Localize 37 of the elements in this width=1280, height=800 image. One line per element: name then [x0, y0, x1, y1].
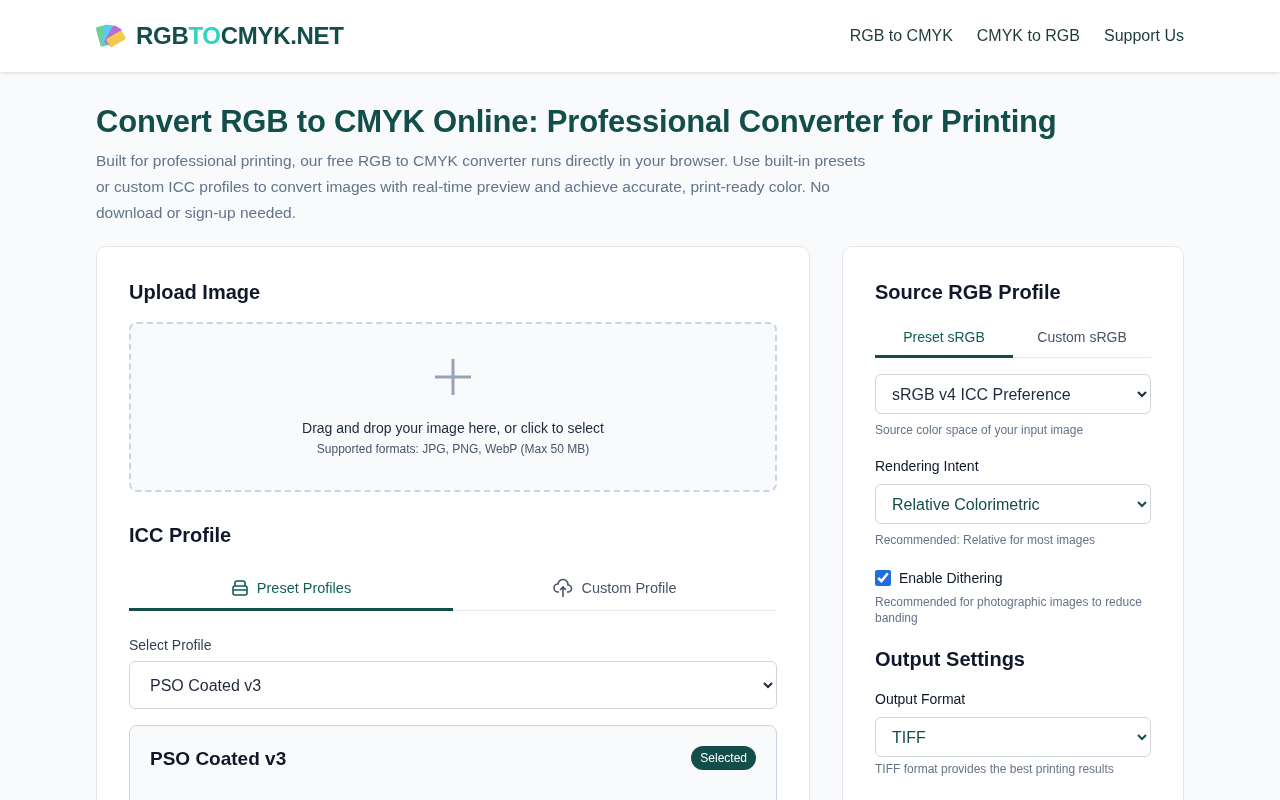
source-tab[interactable]: Custom sRGB: [1013, 318, 1151, 358]
field-hint: TIFF format provides the best printing results: [875, 761, 1115, 777]
section-heading: Source RGB Profile: [875, 281, 1062, 304]
profile-name: PSO Coated v3: [150, 748, 287, 770]
field-hint: Recommended: Relative for most images: [875, 532, 1097, 548]
field-hint: Recommended for photographic images to reduce banding: [875, 594, 1143, 626]
profile-select[interactable]: PSO Coated v3: [129, 661, 777, 709]
page-description: Built for professional printing, our free RGB to CMYK converter runs directly in your browser. Use built-in presets or custom ICC profiles to convert images with real-time preview and achieve accurate, print-ready color. No download or sign-up needed.: [96, 151, 866, 223]
nav-link[interactable]: RGB to CMYK: [849, 27, 953, 45]
profile-tab[interactable]: Preset Profiles: [129, 567, 453, 611]
stack-icon: [230, 578, 249, 597]
source-profile-select[interactable]: sRGB v4 ICC Preference: [875, 374, 1151, 414]
plus-icon: [434, 358, 472, 396]
profile-tab[interactable]: Custom Profile: [453, 567, 777, 611]
drop-zone[interactable]: Drag and drop your image here, or click to select Supported formats: JPG, PNG, WebP (Max 50 MB): [129, 322, 777, 492]
source-tab[interactable]: Preset sRGB: [875, 318, 1013, 358]
section-heading: Output Settings: [875, 648, 1026, 671]
field-label: Select Profile: [129, 637, 213, 653]
page-title: Convert RGB to CMYK Online: Professional Converter for Printing: [96, 104, 1058, 140]
rendering-intent-select[interactable]: Relative Colorimetric: [875, 484, 1151, 524]
field-hint: Source color space of your input image: [875, 422, 1085, 438]
drop-prompt: Drag and drop your image here, or click to select: [302, 420, 604, 436]
field-label: Rendering Intent: [875, 458, 980, 474]
nav-link[interactable]: Support Us: [1103, 27, 1184, 45]
field-label: Output Format: [875, 691, 967, 707]
section-heading: ICC Profile: [129, 524, 233, 547]
formats-note: Supported formats: JPG, PNG, WebP (Max 50 MB): [316, 442, 590, 456]
nav-link[interactable]: CMYK to RGB: [976, 27, 1080, 45]
cloud-upload-icon: [553, 577, 574, 598]
dithering-checkbox[interactable]: [875, 570, 891, 586]
checkbox-label: Enable Dithering: [899, 570, 1003, 586]
site-logo-text[interactable]: RGBTOCMYK.NET: [136, 22, 344, 50]
output-format-select[interactable]: TIFF: [875, 717, 1151, 757]
selected-badge: Selected: [691, 746, 756, 770]
color-swatch-fan-icon: [96, 22, 128, 50]
section-heading: Upload Image: [129, 281, 262, 304]
profile-card[interactable]: PSO Coated v3 Selected: [129, 725, 777, 800]
